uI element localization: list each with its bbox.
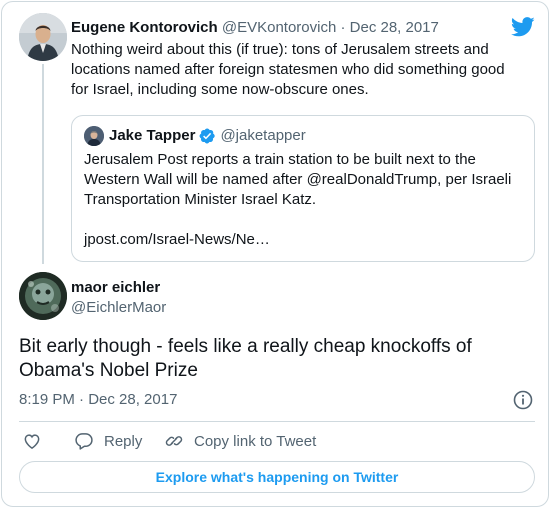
reply-label: Reply	[104, 432, 143, 450]
copy-link-label: Copy link to Tweet	[194, 432, 317, 450]
maor-eichler-avatar[interactable]	[19, 272, 67, 320]
eugene-kontorovich-avatar[interactable]	[19, 13, 67, 61]
link-icon	[165, 436, 183, 446]
verified-badge-icon	[199, 128, 216, 144]
tweet-timestamp[interactable]: 8:19 PM · Dec 28, 2017	[19, 390, 177, 410]
main-author-name[interactable]: maor eichler	[71, 278, 160, 298]
quoted-tweet-link[interactable]: jpost.com/Israel-News/Ne…	[84, 230, 270, 250]
info-icon[interactable]	[513, 390, 533, 410]
parent-tweet-text: Nothing weird about this (if true): tons…	[71, 41, 505, 98]
parent-tweet-header: Eugene Kontorovich @EVKontorovich · Dec …	[71, 18, 439, 38]
like-button[interactable]	[22, 430, 42, 452]
quoted-tweet[interactable]: Jake Tapper @jaketapper Jerusalem Post r…	[71, 115, 535, 262]
quoted-tweet-text: Jerusalem Post reports a train station t…	[84, 151, 512, 208]
reply-button[interactable]: Reply	[74, 430, 142, 452]
jake-tapper-avatar	[84, 126, 104, 146]
twitter-bird-icon[interactable]	[511, 17, 535, 37]
reply-icon	[75, 433, 93, 450]
quoted-author-name: Jake Tapper	[109, 127, 196, 144]
main-author-handle[interactable]: @EichlerMaor	[71, 298, 166, 318]
quoted-author-handle: @jaketapper	[220, 127, 306, 144]
copy-link-button[interactable]: Copy link to Tweet	[164, 430, 316, 452]
parent-handle-date[interactable]: @EVKontorovich · Dec 28, 2017	[222, 19, 439, 36]
parent-author-name[interactable]: Eugene Kontorovich	[71, 19, 218, 36]
explore-twitter-button[interactable]: Explore what's happening on Twitter	[19, 461, 535, 493]
quoted-tweet-header: Jake Tapper @jaketapper	[109, 126, 306, 146]
thread-connector-line	[42, 64, 44, 264]
main-tweet-text: Bit early though - feels like a really c…	[19, 336, 472, 381]
embedded-tweet-card: Eugene Kontorovich @EVKontorovich · Dec …	[1, 1, 549, 507]
heart-icon	[24, 434, 40, 449]
actions-divider	[19, 421, 535, 422]
